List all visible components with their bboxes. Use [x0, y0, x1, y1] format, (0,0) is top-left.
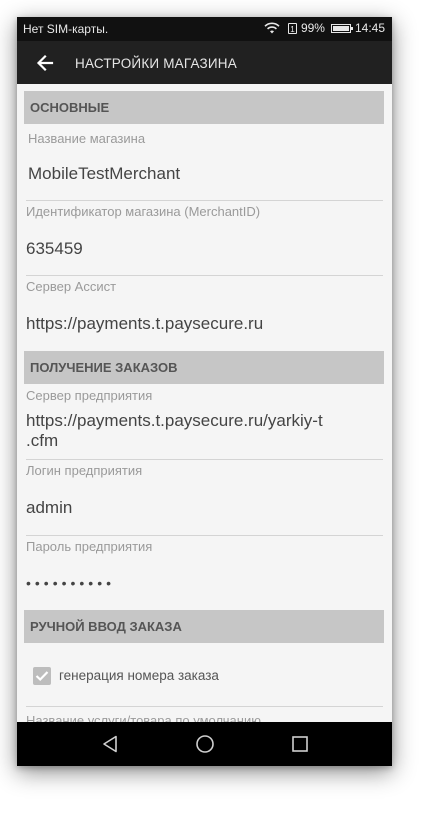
battery-percent: 99%: [300, 21, 325, 35]
square-recents-icon: [291, 736, 308, 752]
section-header-main: ОСНОВНЫЕ: [24, 91, 384, 124]
back-arrow-icon[interactable]: [35, 53, 55, 73]
enterprise-password-value[interactable]: ••••••••••: [26, 573, 115, 593]
divider: [26, 275, 383, 276]
enterprise-server-label: Сервер предприятия: [26, 388, 153, 403]
divider: [26, 459, 383, 460]
triangle-back-icon: [102, 735, 117, 753]
settings-list[interactable]: ОСНОВНЫЕ Название магазина MobileTestMer…: [17, 84, 392, 722]
enterprise-login-value[interactable]: admin: [26, 498, 72, 518]
generate-order-number-label[interactable]: генерация номера заказа: [59, 668, 219, 683]
shop-name-label: Название магазина: [28, 131, 146, 146]
assist-server-label: Сервер Ассист: [26, 279, 117, 294]
circle-home-icon: [195, 735, 214, 753]
system-navigation-bar: [17, 722, 392, 766]
section-header-orders: ПОЛУЧЕНИЕ ЗАКАЗОВ: [24, 351, 384, 384]
status-bar: Нет SIM-карты. 1 99% 14:45: [17, 17, 392, 41]
wifi-icon: [264, 22, 280, 34]
section-header-manual: РУЧНОЙ ВВОД ЗАКАЗА: [24, 610, 384, 643]
nav-back-button[interactable]: [98, 732, 122, 756]
merchant-id-value[interactable]: 635459: [26, 239, 83, 259]
assist-server-value[interactable]: https://payments.t.paysecure.ru: [26, 314, 263, 334]
phone-screen: Нет SIM-карты. 1 99% 14:45 НАСТРОЙКИ МАГ…: [17, 17, 392, 766]
nav-home-button[interactable]: [193, 732, 217, 756]
sim-icon: 1: [287, 22, 297, 34]
battery-icon: [330, 23, 353, 33]
divider: [26, 706, 383, 707]
divider: [26, 535, 383, 536]
status-icons: 1 99% 14:45: [264, 21, 385, 35]
shop-name-value[interactable]: MobileTestMerchant: [28, 164, 180, 184]
enterprise-login-label: Логин предприятия: [26, 463, 143, 478]
page-title: НАСТРОЙКИ МАГАЗИНА: [75, 56, 237, 71]
checkmark-icon: [35, 671, 49, 682]
clock: 14:45: [354, 21, 385, 35]
enterprise-password-label: Пароль предприятия: [26, 539, 153, 554]
nav-recents-button[interactable]: [288, 732, 312, 756]
default-service-label: Название услуги/товара по умолчанию: [26, 713, 261, 722]
app-toolbar: НАСТРОЙКИ МАГАЗИНА: [17, 41, 392, 84]
enterprise-server-value[interactable]: https://payments.t.paysecure.ru/yarkiy-t…: [26, 411, 323, 451]
merchant-id-label: Идентификатор магазина (MerchantID): [26, 204, 261, 219]
carrier-text: Нет SIM-карты.: [23, 22, 109, 36]
divider: [26, 200, 383, 201]
generate-order-number-checkbox[interactable]: [33, 667, 51, 685]
